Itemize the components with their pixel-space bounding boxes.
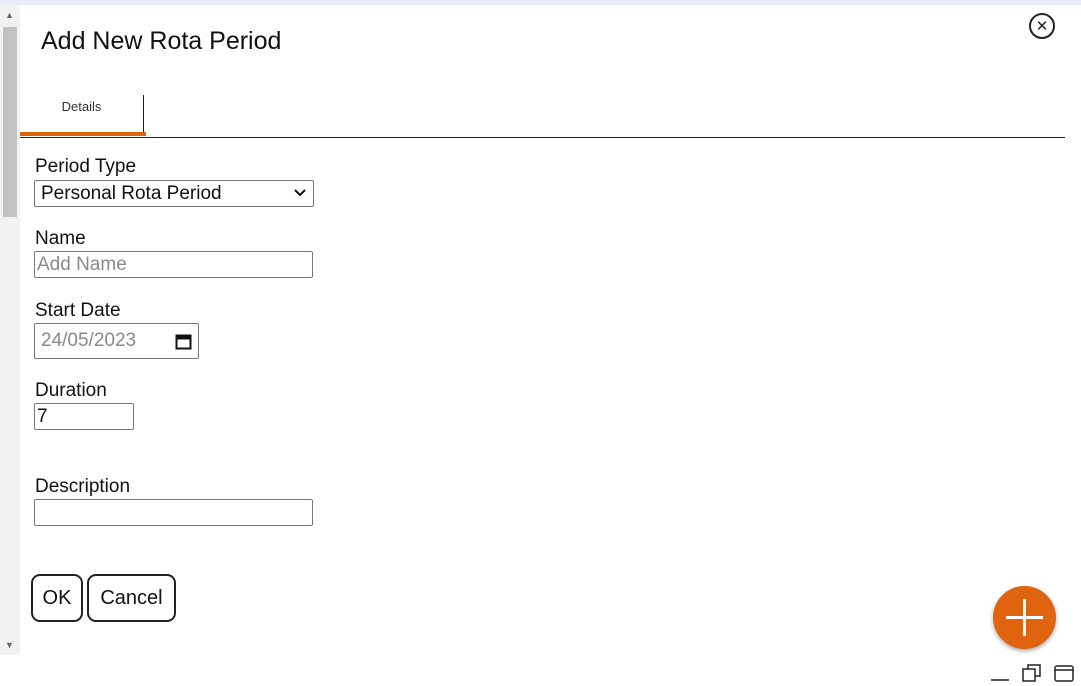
window-control-bar <box>0 655 1081 686</box>
period-type-value: Personal Rota Period <box>41 182 222 204</box>
description-label: Description <box>35 476 131 497</box>
duration-label: Duration <box>35 380 107 401</box>
vertical-scrollbar[interactable]: ▲ ▼ <box>0 5 20 655</box>
calendar-icon[interactable] <box>175 333 192 350</box>
tab-bar: Details <box>20 95 1065 138</box>
minimize-icon[interactable] <box>989 663 1011 683</box>
active-tab-indicator <box>20 132 146 136</box>
dialog-right-margin <box>1065 5 1081 655</box>
close-icon[interactable]: ✕ <box>1029 13 1055 39</box>
add-rota-period-dialog: Add New Rota Period ✕ Details Period Typ… <box>20 5 1065 655</box>
cancel-button[interactable]: Cancel <box>87 574 176 622</box>
scroll-thumb[interactable] <box>3 27 17 217</box>
duration-input[interactable] <box>34 403 134 430</box>
ok-button[interactable]: OK <box>31 574 83 622</box>
description-input[interactable] <box>34 499 313 526</box>
restore-icon[interactable] <box>1021 663 1043 683</box>
chevron-down-icon <box>294 189 306 197</box>
name-label: Name <box>35 228 86 249</box>
scroll-down-arrow-icon[interactable]: ▼ <box>5 640 14 650</box>
add-fab-button[interactable] <box>993 586 1056 649</box>
start-date-input[interactable]: 24/05/2023 <box>34 323 199 359</box>
scroll-up-arrow-icon[interactable]: ▲ <box>5 10 14 20</box>
cancel-button-label: Cancel <box>100 586 163 609</box>
tab-details-label: Details <box>61 99 102 114</box>
start-date-value: 24/05/2023 <box>41 330 137 351</box>
dialog-title: Add New Rota Period <box>41 27 282 55</box>
name-input[interactable] <box>34 251 313 278</box>
period-type-select[interactable]: Personal Rota Period <box>34 180 314 207</box>
period-type-label: Period Type <box>35 156 137 177</box>
start-date-label: Start Date <box>35 300 121 321</box>
tab-details[interactable]: Details <box>20 95 146 136</box>
plus-icon <box>1006 599 1043 636</box>
maximize-icon[interactable] <box>1053 663 1075 683</box>
ok-button-label: OK <box>42 586 72 609</box>
